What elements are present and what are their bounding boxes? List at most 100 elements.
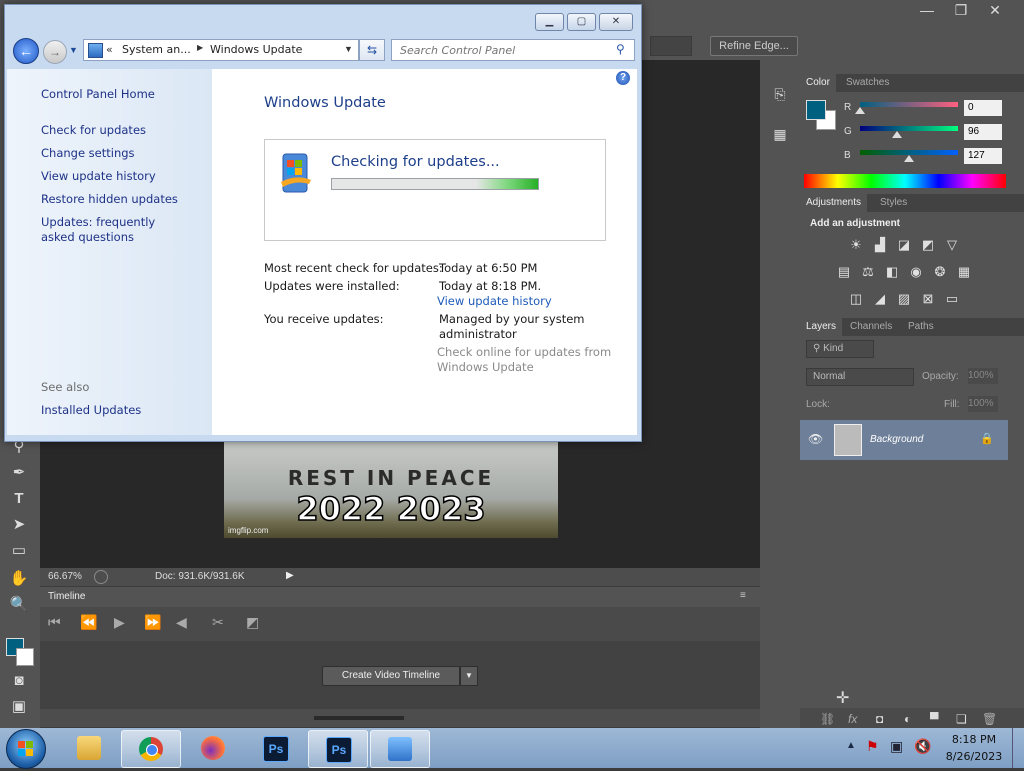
- create-video-timeline-button[interactable]: Create Video Timeline: [322, 666, 460, 686]
- address-bar[interactable]: « System an... ▶ Windows Update ▼: [83, 39, 359, 61]
- color-lookup-icon[interactable]: ▦: [956, 265, 972, 279]
- hand-tool-icon[interactable]: ✋: [8, 568, 30, 590]
- type-tool-icon[interactable]: T: [8, 488, 30, 510]
- window-titlebar[interactable]: ▁ ▢ ✕: [5, 5, 641, 35]
- adjustment-layer-icon[interactable]: ◐: [904, 712, 911, 726]
- layer-row-background[interactable]: 👁 Background 🔒: [800, 420, 1008, 460]
- action-center-flag-icon[interactable]: ⚑: [866, 738, 879, 755]
- tab-adjustments[interactable]: Adjustments: [800, 194, 868, 212]
- history-icon[interactable]: ⎘: [770, 86, 790, 106]
- view-update-history-link[interactable]: View update history: [41, 169, 211, 184]
- minimize-icon[interactable]: —: [910, 2, 944, 18]
- start-button[interactable]: [6, 729, 46, 769]
- view-update-history-link-main[interactable]: View update history: [437, 294, 552, 309]
- layer-name[interactable]: Background: [870, 434, 923, 445]
- link-layers-icon[interactable]: ⛓: [820, 712, 835, 726]
- audio-icon[interactable]: ◀: [176, 614, 187, 631]
- rectangle-tool-icon[interactable]: ▭: [8, 540, 30, 562]
- opacity-field[interactable]: 100%: [968, 368, 998, 384]
- properties-icon[interactable]: ▦: [770, 126, 790, 146]
- channel-b-field[interactable]: 127: [964, 148, 1002, 164]
- options-field[interactable]: [650, 36, 692, 56]
- zoom-level[interactable]: 66.67%: [48, 571, 82, 582]
- color-balance-icon[interactable]: ⚖: [860, 265, 876, 279]
- change-settings-link[interactable]: Change settings: [41, 146, 211, 161]
- breadcrumb-prefix[interactable]: «: [106, 43, 113, 56]
- vibrance-icon[interactable]: ▽: [944, 238, 960, 252]
- black-white-icon[interactable]: ◧: [884, 265, 900, 279]
- back-button[interactable]: ←: [13, 38, 39, 64]
- clock-date[interactable]: 8/26/2023: [940, 750, 1008, 763]
- tab-swatches[interactable]: Swatches: [840, 74, 895, 92]
- magnifier-tool-icon[interactable]: 🔍: [8, 594, 30, 616]
- installed-updates-link[interactable]: Installed Updates: [41, 403, 211, 418]
- tab-layers[interactable]: Layers: [800, 318, 843, 336]
- maximize-button[interactable]: ▢: [567, 13, 596, 31]
- blend-mode-select[interactable]: Normal: [806, 368, 914, 386]
- clock-time[interactable]: 8:18 PM: [944, 733, 1004, 746]
- invert-icon[interactable]: ◫: [848, 292, 864, 306]
- chevron-down-icon[interactable]: ▼: [460, 666, 478, 686]
- volume-muted-icon[interactable]: 🔇: [914, 738, 931, 755]
- channel-r-field[interactable]: 0: [964, 100, 1002, 116]
- selective-color-icon[interactable]: ⊠: [920, 292, 936, 306]
- breadcrumb-system[interactable]: System an...: [122, 43, 191, 56]
- fx-icon[interactable]: fx: [848, 712, 857, 726]
- status-icon[interactable]: [94, 570, 108, 584]
- mask-icon[interactable]: ◘: [876, 712, 883, 726]
- tab-channels[interactable]: Channels: [844, 318, 898, 336]
- channel-r-knob[interactable]: [855, 107, 865, 114]
- channel-g-slider[interactable]: [860, 126, 958, 138]
- taskbar-photoshop-1[interactable]: Ps: [246, 730, 304, 766]
- breadcrumb-windows-update[interactable]: Windows Update: [210, 43, 302, 56]
- channel-g-knob[interactable]: [891, 131, 902, 138]
- restore-hidden-updates-link[interactable]: Restore hidden updates: [41, 192, 211, 207]
- next-frame-icon[interactable]: ⏩: [144, 614, 161, 631]
- color-fg-swatch[interactable]: [806, 100, 826, 120]
- updates-faq-link[interactable]: Updates: frequently asked questions: [41, 215, 191, 245]
- timeline-title[interactable]: Timeline: [48, 591, 85, 602]
- eye-icon[interactable]: 👁: [808, 432, 823, 446]
- new-layer-icon[interactable]: ❏: [956, 712, 967, 726]
- channel-mixer-icon[interactable]: ❂: [932, 265, 948, 279]
- minimize-button[interactable]: ▁: [535, 13, 564, 31]
- levels-icon[interactable]: ▟: [872, 238, 888, 252]
- play-icon[interactable]: ▶: [114, 614, 125, 631]
- refine-edge-button[interactable]: Refine Edge...: [710, 36, 798, 56]
- channel-r-slider[interactable]: [855, 102, 958, 114]
- close-icon[interactable]: ✕: [978, 2, 1012, 19]
- taskbar-photoshop-2[interactable]: Ps: [308, 730, 368, 768]
- trash-icon[interactable]: 🗑: [982, 712, 997, 726]
- split-scissors-icon[interactable]: ✂: [212, 614, 224, 631]
- transition-icon[interactable]: ◩: [246, 614, 259, 631]
- taskbar-explorer[interactable]: [60, 730, 118, 766]
- network-icon[interactable]: ▣: [890, 738, 903, 755]
- screen-mode-icon[interactable]: ▣: [8, 696, 30, 718]
- status-menu-arrow-icon[interactable]: ▶: [286, 570, 294, 581]
- channel-b-knob[interactable]: [903, 155, 914, 162]
- channel-g-field[interactable]: 96: [964, 124, 1002, 140]
- gradient-map-icon[interactable]: ▭: [944, 292, 960, 306]
- first-frame-icon[interactable]: ⏮: [48, 614, 61, 631]
- curves-icon[interactable]: ◪: [896, 238, 912, 252]
- photo-filter-icon[interactable]: ◉: [908, 265, 924, 279]
- taskbar-control-panel[interactable]: [370, 730, 430, 768]
- timeline-zoom-slider[interactable]: [314, 716, 404, 720]
- control-panel-home-link[interactable]: Control Panel Home: [41, 87, 211, 102]
- quick-mask-icon[interactable]: ◙: [8, 670, 30, 692]
- address-dropdown-icon[interactable]: ▼: [344, 44, 353, 54]
- folder-icon[interactable]: ▀: [930, 712, 939, 726]
- search-box[interactable]: ⚲: [391, 39, 635, 61]
- path-select-tool-icon[interactable]: ➤: [8, 514, 30, 536]
- brightness-icon[interactable]: ☀: [848, 238, 864, 252]
- layer-kind-filter[interactable]: ⚲ Kind: [806, 340, 874, 358]
- panel-menu-icon[interactable]: ≡: [740, 590, 746, 601]
- exposure-icon[interactable]: ◩: [920, 238, 936, 252]
- breadcrumb-separator-icon[interactable]: ▶: [197, 43, 203, 52]
- pen-tool-icon[interactable]: ✒: [8, 462, 30, 484]
- threshold-icon[interactable]: ▨: [896, 292, 912, 306]
- channel-b-slider[interactable]: [860, 150, 958, 162]
- help-icon[interactable]: ?: [616, 71, 630, 85]
- tab-color[interactable]: Color: [800, 74, 836, 92]
- check-for-updates-link[interactable]: Check for updates: [41, 123, 211, 138]
